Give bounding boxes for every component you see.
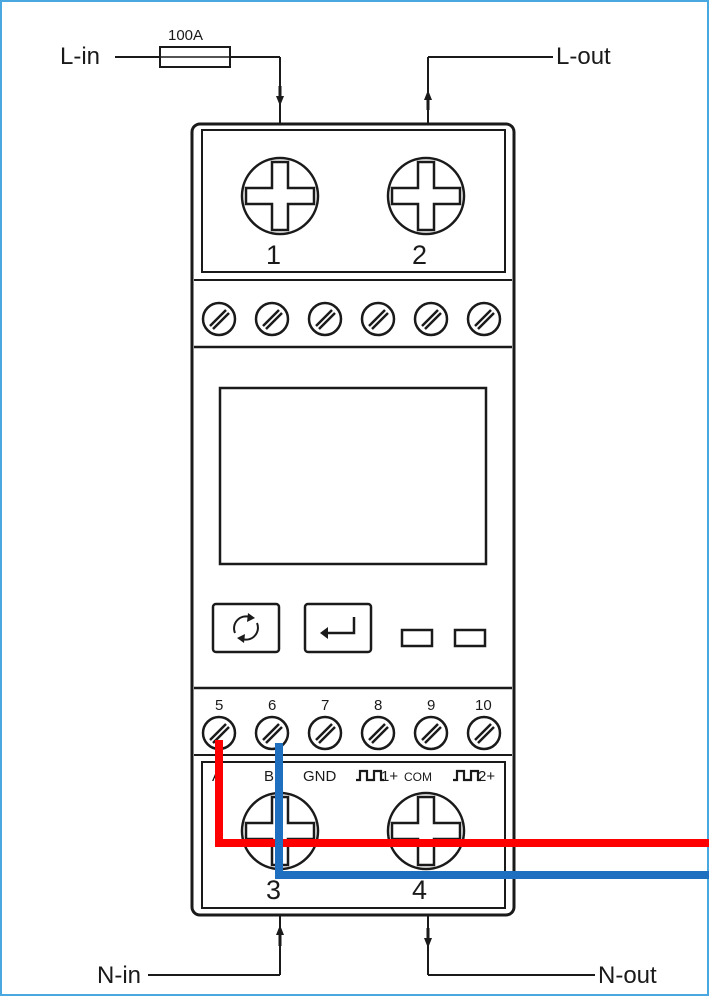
terminal-4-label: 4 xyxy=(412,875,427,905)
signal-screw-6-icon xyxy=(254,715,290,751)
terminal-3-label: 3 xyxy=(266,875,281,905)
signal-terminal-9-number: 9 xyxy=(427,697,435,714)
signal-function-com-label: COM xyxy=(404,770,432,784)
terminal-2-screw-icon xyxy=(386,156,466,236)
terminal-4-screw-icon xyxy=(386,791,466,871)
signal-screw-8-icon xyxy=(360,715,396,751)
n-in-label: N-in xyxy=(97,962,141,989)
signal-terminal-8-number: 8 xyxy=(374,697,382,714)
diagram-canvas: 100A L-in L-out 1 2 5 6 7 8 9 10 A B GND… xyxy=(0,0,709,996)
upper-screw-6-icon xyxy=(466,301,502,337)
signal-terminal-6-number: 6 xyxy=(268,697,276,714)
upper-screw-2-icon xyxy=(254,301,290,337)
signal-screw-10-icon xyxy=(466,715,502,751)
n-out-label: N-out xyxy=(598,962,657,989)
upper-screw-4-icon xyxy=(360,301,396,337)
fuse-rating: 100A xyxy=(168,27,203,44)
cycle-button[interactable] xyxy=(211,602,281,654)
terminal-1-screw-icon xyxy=(240,156,320,236)
indicator-led-1 xyxy=(400,628,434,648)
terminal-1-label: 1 xyxy=(266,240,281,270)
l-in-label: L-in xyxy=(60,43,100,70)
signal-terminal-7-number: 7 xyxy=(321,697,329,714)
signal-terminal-10-number: 10 xyxy=(475,697,492,714)
terminal-2-label: 2 xyxy=(412,240,427,270)
upper-screw-5-icon xyxy=(413,301,449,337)
l-out-wire xyxy=(427,56,553,124)
enter-button[interactable] xyxy=(303,602,373,654)
upper-screw-1-icon xyxy=(201,301,237,337)
signal-screw-9-icon xyxy=(413,715,449,751)
n-in-wire xyxy=(148,915,281,976)
l-out-label: L-out xyxy=(556,43,611,70)
signal-terminal-5-number: 5 xyxy=(215,697,223,714)
signal-function-b-label: B xyxy=(264,768,274,785)
indicator-led-2 xyxy=(453,628,487,648)
lcd-display xyxy=(218,386,488,566)
n-out-wire xyxy=(427,915,595,976)
signal-function-gnd-label: GND xyxy=(303,768,337,785)
upper-screw-3-icon xyxy=(307,301,343,337)
signal-function-2plus-label: 2+ xyxy=(478,768,495,785)
signal-screw-7-icon xyxy=(307,715,343,751)
signal-function-1plus-label: 1+ xyxy=(381,768,398,785)
wiring-diagram: 100A L-in L-out 1 2 5 6 7 8 9 10 A B GND… xyxy=(0,0,709,996)
